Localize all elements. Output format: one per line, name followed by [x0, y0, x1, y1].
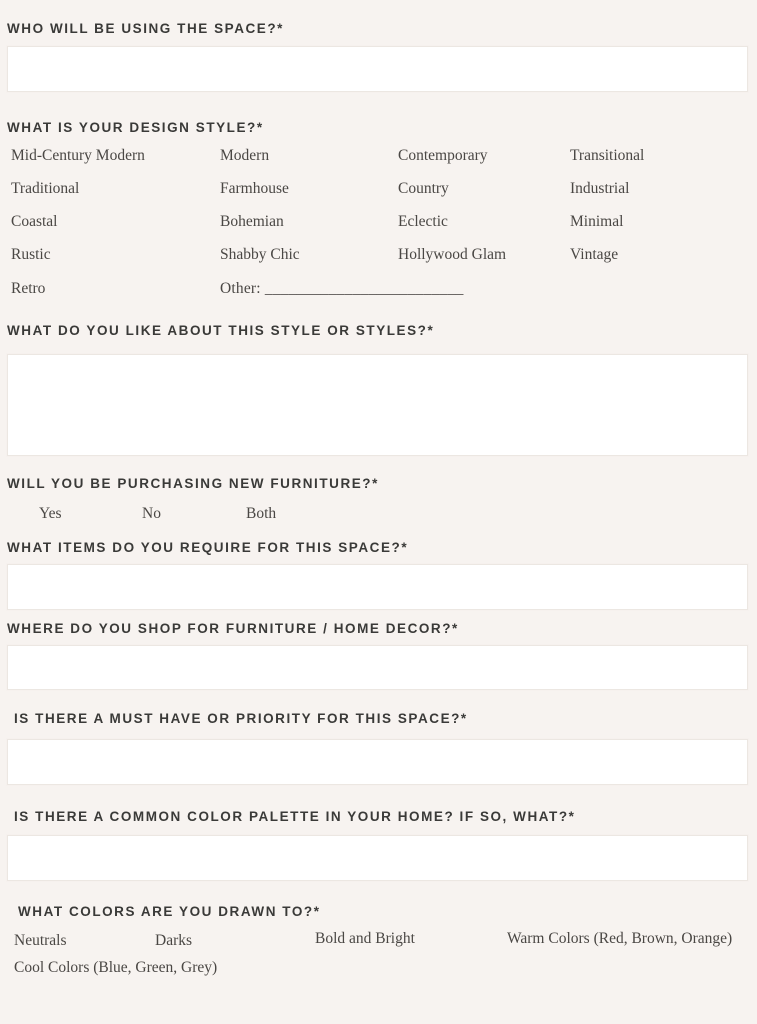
input-where-shop[interactable]: [7, 645, 748, 690]
style-option-coastal[interactable]: Coastal: [11, 214, 58, 230]
style-option-hollywood-glam[interactable]: Hollywood Glam: [398, 247, 506, 263]
color-option-warm-colors[interactable]: Warm Colors (Red, Brown, Orange): [507, 931, 732, 947]
color-option-cool-colors[interactable]: Cool Colors (Blue, Green, Grey): [14, 960, 217, 976]
input-items-required[interactable]: [7, 564, 748, 610]
style-option-transitional[interactable]: Transitional: [570, 148, 644, 164]
input-color-palette[interactable]: [7, 835, 748, 881]
label-like-about-style: WHAT DO YOU LIKE ABOUT THIS STYLE OR STY…: [7, 323, 435, 338]
style-option-rustic[interactable]: Rustic: [11, 247, 51, 263]
input-like-about-style[interactable]: [7, 354, 748, 456]
label-purchasing-furniture: WILL YOU BE PURCHASING NEW FURNITURE?*: [7, 476, 379, 491]
label-items-required: WHAT ITEMS DO YOU REQUIRE FOR THIS SPACE…: [7, 540, 409, 555]
style-option-eclectic[interactable]: Eclectic: [398, 214, 448, 230]
style-option-farmhouse[interactable]: Farmhouse: [220, 181, 289, 197]
style-option-industrial[interactable]: Industrial: [570, 181, 629, 197]
purchasing-option-no[interactable]: No: [142, 506, 161, 522]
questionnaire-form: WHO WILL BE USING THE SPACE?* WHAT IS YO…: [0, 0, 757, 1024]
label-where-shop: WHERE DO YOU SHOP FOR FURNITURE / HOME D…: [7, 621, 459, 636]
label-who-using-space: WHO WILL BE USING THE SPACE?*: [7, 21, 284, 36]
label-color-palette: IS THERE A COMMON COLOR PALETTE IN YOUR …: [14, 809, 576, 824]
label-colors-drawn-to: WHAT COLORS ARE YOU DRAWN TO?*: [18, 904, 321, 919]
style-option-contemporary[interactable]: Contemporary: [398, 148, 488, 164]
style-option-mid-century-modern[interactable]: Mid-Century Modern: [11, 148, 145, 164]
style-option-minimal[interactable]: Minimal: [570, 214, 623, 230]
purchasing-option-yes[interactable]: Yes: [39, 506, 62, 522]
input-who-using-space[interactable]: [7, 46, 748, 92]
style-option-shabby-chic[interactable]: Shabby Chic: [220, 247, 300, 263]
label-design-style: WHAT IS YOUR DESIGN STYLE?*: [7, 120, 264, 135]
color-option-neutrals[interactable]: Neutrals: [14, 933, 67, 949]
style-option-bohemian[interactable]: Bohemian: [220, 214, 284, 230]
style-option-country[interactable]: Country: [398, 181, 449, 197]
style-option-modern[interactable]: Modern: [220, 148, 269, 164]
style-option-retro[interactable]: Retro: [11, 281, 45, 297]
style-option-traditional[interactable]: Traditional: [11, 181, 79, 197]
style-option-vintage[interactable]: Vintage: [570, 247, 618, 263]
style-option-other[interactable]: Other: _________________________: [220, 281, 464, 297]
label-must-have: IS THERE A MUST HAVE OR PRIORITY FOR THI…: [14, 711, 468, 726]
color-option-bold-and-bright[interactable]: Bold and Bright: [315, 931, 415, 947]
color-option-darks[interactable]: Darks: [155, 933, 192, 949]
input-must-have[interactable]: [7, 739, 748, 785]
purchasing-option-both[interactable]: Both: [246, 506, 276, 522]
